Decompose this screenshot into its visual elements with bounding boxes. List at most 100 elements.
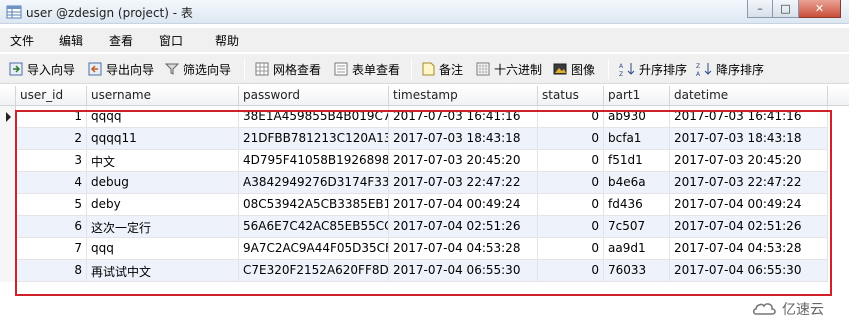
hex-label: 十六进制 bbox=[494, 62, 543, 77]
cell-user_id[interactable]: 5 bbox=[16, 194, 87, 216]
form-view-button[interactable]: 表单查看 bbox=[333, 60, 400, 78]
import-wizard-label: 导入向导 bbox=[27, 62, 76, 77]
cell-timestamp[interactable]: 2017-07-04 00:49:24 bbox=[389, 194, 538, 216]
data-grid[interactable]: user_id username password timestamp stat… bbox=[0, 86, 849, 330]
image-button[interactable]: 图像 bbox=[552, 60, 595, 78]
cell-user_id[interactable]: 2 bbox=[16, 128, 87, 150]
cell-user_id[interactable]: 3 bbox=[16, 150, 87, 172]
menu-window[interactable]: 窗口 bbox=[159, 32, 183, 49]
cell-username[interactable]: deby bbox=[87, 194, 239, 216]
minimize-button[interactable]: – bbox=[747, 0, 773, 18]
cell-password[interactable]: 4D795F41058B19268983C bbox=[239, 150, 389, 172]
maximize-button[interactable]: □ bbox=[773, 0, 799, 18]
cell-status[interactable]: 0 bbox=[538, 238, 604, 260]
cell-timestamp[interactable]: 2017-07-04 06:55:30 bbox=[389, 260, 538, 282]
cell-part1[interactable]: 76033 bbox=[604, 260, 670, 282]
watermark-logo: 亿速云 bbox=[752, 298, 824, 320]
table-row[interactable]: 7 qqq 9A7C2AC9A44F05D35CF6 2017-07-04 04:53… bbox=[0, 238, 849, 260]
cell-status[interactable]: 0 bbox=[538, 194, 604, 216]
cell-datetime[interactable]: 2017-07-03 16:41:16 bbox=[670, 106, 828, 128]
form-icon bbox=[334, 62, 348, 76]
grid-view-button[interactable]: 网格查看 bbox=[254, 60, 321, 78]
close-button[interactable]: ✕ bbox=[799, 0, 841, 18]
cell-username[interactable]: 这次一定行 bbox=[87, 216, 239, 238]
menu-help[interactable]: 帮助 bbox=[215, 32, 239, 49]
filter-wizard-button[interactable]: 筛选向导 bbox=[164, 60, 231, 78]
sort-desc-button[interactable]: Z A 降序排序 bbox=[695, 60, 764, 78]
cell-username[interactable]: debug bbox=[87, 172, 239, 194]
cell-password[interactable]: 08C53942A5CB3385EB1D bbox=[239, 194, 389, 216]
cell-datetime[interactable]: 2017-07-03 20:45:20 bbox=[670, 150, 828, 172]
cell-password[interactable]: 38E1A459855B4B019C7B bbox=[239, 106, 389, 128]
cell-datetime[interactable]: 2017-07-03 18:43:18 bbox=[670, 128, 828, 150]
memo-button[interactable]: 备注 bbox=[420, 60, 463, 78]
menu-edit[interactable]: 编辑 bbox=[59, 32, 83, 49]
sort-desc-icon: Z A bbox=[696, 63, 712, 77]
cell-status[interactable]: 0 bbox=[538, 128, 604, 150]
cell-username[interactable]: qqq bbox=[87, 238, 239, 260]
menu-view[interactable]: 查看 bbox=[109, 32, 133, 49]
cell-user_id[interactable]: 7 bbox=[16, 238, 87, 260]
cell-datetime[interactable]: 2017-07-04 00:49:24 bbox=[670, 194, 828, 216]
cell-password[interactable]: 9A7C2AC9A44F05D35CF6 bbox=[239, 238, 389, 260]
cell-user_id[interactable]: 4 bbox=[16, 172, 87, 194]
cell-status[interactable]: 0 bbox=[538, 150, 604, 172]
cell-datetime[interactable]: 2017-07-04 02:51:26 bbox=[670, 216, 828, 238]
cell-username[interactable]: qqqq11 bbox=[87, 128, 239, 150]
window-title: user @zdesign (project) - 表 bbox=[26, 6, 193, 20]
sort-asc-button[interactable]: A Z 升序排序 bbox=[618, 60, 687, 78]
column-header-timestamp[interactable]: timestamp bbox=[389, 86, 538, 106]
cell-timestamp[interactable]: 2017-07-03 16:41:16 bbox=[389, 106, 538, 128]
table-icon bbox=[6, 5, 22, 19]
column-header-password[interactable]: password bbox=[239, 86, 389, 106]
table-row[interactable]: 1 qqqq 38E1A459855B4B019C7B 2017-07-03 16:4… bbox=[0, 106, 849, 128]
cell-password[interactable]: C7E320F2152A620FF8D2E bbox=[239, 260, 389, 282]
table-row[interactable]: 8 再试试中文 C7E320F2152A620FF8D2E 2017-07-04 06… bbox=[0, 260, 849, 282]
cell-timestamp[interactable]: 2017-07-03 20:45:20 bbox=[389, 150, 538, 172]
cell-user_id[interactable]: 6 bbox=[16, 216, 87, 238]
image-icon bbox=[553, 63, 567, 75]
cell-user_id[interactable]: 8 bbox=[16, 260, 87, 282]
cell-part1[interactable]: 7c507 bbox=[604, 216, 670, 238]
cell-datetime[interactable]: 2017-07-04 04:53:28 bbox=[670, 238, 828, 260]
table-row[interactable]: 6 这次一定行 56A6E7C42AC85EB55CC8 2017-07-04 02:… bbox=[0, 216, 849, 238]
menu-file[interactable]: 文件 bbox=[10, 32, 34, 49]
cell-username[interactable]: 再试试中文 bbox=[87, 260, 239, 282]
cell-datetime[interactable]: 2017-07-04 06:55:30 bbox=[670, 260, 828, 282]
hex-button[interactable]: 十六进制 bbox=[475, 60, 542, 78]
cell-timestamp[interactable]: 2017-07-04 02:51:26 bbox=[389, 216, 538, 238]
grid-view-label: 网格查看 bbox=[273, 62, 322, 77]
table-row[interactable]: 2 qqqq11 21DFBB781213C120A138 2017-07-03 18… bbox=[0, 128, 849, 150]
table-row[interactable]: 5 deby 08C53942A5CB3385EB1D 2017-07-04 00:4… bbox=[0, 194, 849, 216]
column-header-part1[interactable]: part1 bbox=[604, 86, 670, 106]
column-header-datetime[interactable]: datetime bbox=[670, 86, 828, 106]
cell-user_id[interactable]: 1 bbox=[16, 106, 87, 128]
cell-timestamp[interactable]: 2017-07-03 18:43:18 bbox=[389, 128, 538, 150]
cell-part1[interactable]: f51d1 bbox=[604, 150, 670, 172]
column-header-username[interactable]: username bbox=[87, 86, 239, 106]
column-header-status[interactable]: status bbox=[538, 86, 604, 106]
column-header-user_id[interactable]: user_id bbox=[16, 86, 87, 106]
cell-part1[interactable]: bcfa1 bbox=[604, 128, 670, 150]
cell-part1[interactable]: fd436 bbox=[604, 194, 670, 216]
cell-status[interactable]: 0 bbox=[538, 106, 604, 128]
cell-part1[interactable]: aa9d1 bbox=[604, 238, 670, 260]
memo-label: 备注 bbox=[439, 62, 464, 77]
export-wizard-button[interactable]: 导出向导 bbox=[87, 60, 154, 78]
cell-username[interactable]: qqqq bbox=[87, 106, 239, 128]
cell-timestamp[interactable]: 2017-07-03 22:47:22 bbox=[389, 172, 538, 194]
cell-timestamp[interactable]: 2017-07-04 04:53:28 bbox=[389, 238, 538, 260]
cell-status[interactable]: 0 bbox=[538, 260, 604, 282]
cell-password[interactable]: 21DFBB781213C120A138 bbox=[239, 128, 389, 150]
table-row[interactable]: 4 debug A3842949276D3174F33E(2017-07-03 22… bbox=[0, 172, 849, 194]
cell-datetime[interactable]: 2017-07-03 22:47:22 bbox=[670, 172, 828, 194]
cell-part1[interactable]: b4e6a bbox=[604, 172, 670, 194]
import-wizard-button[interactable]: 导入向导 bbox=[8, 60, 75, 78]
cell-password[interactable]: 56A6E7C42AC85EB55CC8 bbox=[239, 216, 389, 238]
table-row[interactable]: 3中文4D795F41058B19268983C2017-07-03 20:45… bbox=[0, 150, 849, 172]
cell-username[interactable]: 中文 bbox=[87, 150, 239, 172]
cell-status[interactable]: 0 bbox=[538, 216, 604, 238]
cell-status[interactable]: 0 bbox=[538, 172, 604, 194]
cell-password[interactable]: A3842949276D3174F33E( bbox=[239, 172, 389, 194]
cell-part1[interactable]: ab930 bbox=[604, 106, 670, 128]
